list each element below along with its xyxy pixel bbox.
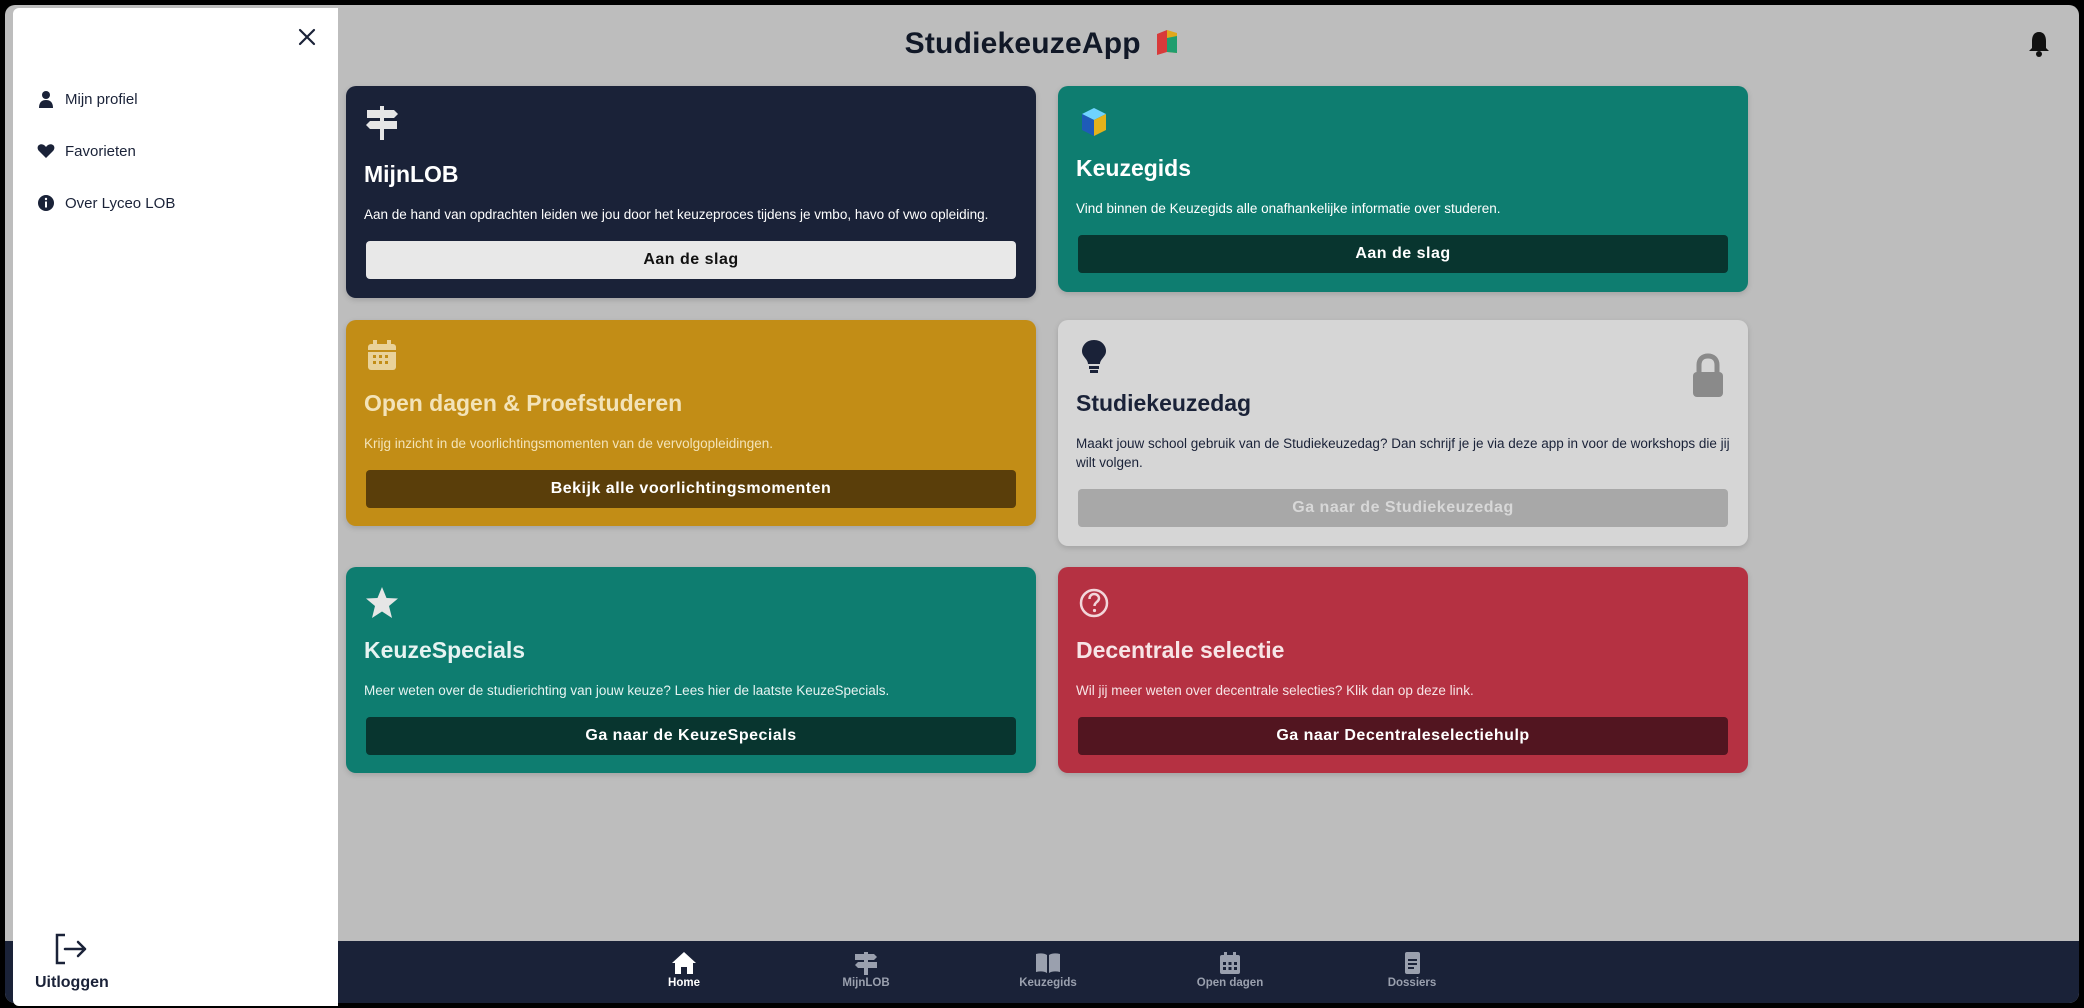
- studiekeuzedag-button[interactable]: Ga naar de Studiekeuzedag: [1078, 489, 1728, 527]
- card-description: Meer weten over de studierichting van jo…: [364, 683, 890, 698]
- logout-icon: [55, 933, 87, 965]
- lightbulb-icon: [1082, 340, 1106, 373]
- menu-item-over-lyceo-lob[interactable]: Over Lyceo LOB: [37, 194, 175, 212]
- menu-item-label: Favorieten: [65, 142, 136, 160]
- card-title: MijnLOB: [364, 161, 459, 187]
- card-open-dagen: Open dagen & Proefstuderen Krijg inzicht…: [346, 320, 1036, 526]
- calendar-icon: [368, 340, 396, 370]
- card-title: Open dagen & Proefstuderen: [364, 390, 683, 416]
- logout-label: Uitloggen: [35, 974, 109, 991]
- nav-item-mijnlob[interactable]: MijnLOB: [821, 951, 911, 989]
- card-keuzespecials: KeuzeSpecials Meer weten over de studier…: [346, 567, 1036, 773]
- menu-item-favorieten[interactable]: Favorieten: [37, 142, 136, 160]
- card-mijnlob: MijnLOB Aan de hand van opdrachten leide…: [346, 86, 1036, 298]
- info-icon: [38, 195, 54, 211]
- signpost-icon: [366, 106, 398, 140]
- signpost-icon: [855, 952, 877, 975]
- cube-logo-icon: [1082, 108, 1106, 136]
- heart-icon: [37, 144, 55, 158]
- card-title: KeuzeSpecials: [364, 637, 526, 663]
- book-icon: [1036, 953, 1060, 973]
- document-icon: [1405, 952, 1420, 974]
- logout-button[interactable]: Uitloggen: [35, 932, 109, 992]
- keuzegids-start-button[interactable]: Aan de slag: [1078, 235, 1728, 273]
- open-dagen-button[interactable]: Bekijk alle voorlichtingsmomenten: [366, 470, 1016, 508]
- card-description: Krijg inzicht in de voorlichtingsmomente…: [364, 436, 773, 451]
- question-circle-icon: [1079, 588, 1109, 618]
- user-icon: [39, 91, 53, 108]
- nav-item-home[interactable]: Home: [639, 951, 729, 989]
- card-title: Keuzegids: [1076, 155, 1192, 181]
- card-description: Wil jij meer weten over decentrale selec…: [1076, 683, 1474, 698]
- home-icon: [672, 952, 696, 974]
- lock-icon: [1693, 353, 1723, 397]
- card-keuzegids: Keuzegids Vind binnen de Keuzegids alle …: [1058, 86, 1748, 292]
- decentrale-selectie-button[interactable]: Ga naar Decentraleselectiehulp: [1078, 717, 1728, 755]
- nav-item-dossiers[interactable]: Dossiers: [1367, 951, 1457, 989]
- nav-item-open-dagen[interactable]: Open dagen: [1185, 951, 1275, 989]
- menu-item-label: Mijn profiel: [65, 90, 138, 108]
- app-logo-icon: [1157, 30, 1178, 55]
- nav-item-keuzegids[interactable]: Keuzegids: [1003, 951, 1093, 989]
- card-title: Decentrale selectie: [1076, 637, 1285, 663]
- nav-label: Dossiers: [1387, 977, 1437, 989]
- nav-label: Open dagen: [1196, 977, 1264, 989]
- side-menu: Mijn profiel Favorieten Over Lyceo LOB U…: [13, 8, 338, 1006]
- card-description: Maakt jouw school gebruik van de Studiek…: [1076, 436, 1730, 470]
- calendar-icon: [1220, 952, 1240, 974]
- card-decentrale-selectie: Decentrale selectie Wil jij meer weten o…: [1058, 567, 1748, 773]
- nav-label: Keuzegids: [1019, 977, 1077, 989]
- card-description: Aan de hand van opdrachten leiden we jou…: [364, 207, 989, 222]
- app-title: StudiekeuzeApp: [904, 27, 1141, 60]
- menu-item-mijn-profiel[interactable]: Mijn profiel: [37, 90, 138, 108]
- card-description: Vind binnen de Keuzegids alle onafhankel…: [1076, 201, 1501, 216]
- mijnlob-start-button[interactable]: Aan de slag: [366, 241, 1016, 279]
- star-icon: [366, 587, 398, 618]
- card-studiekeuzedag: Studiekeuzedag Maakt jouw school gebruik…: [1058, 320, 1748, 546]
- nav-label: Home: [668, 977, 700, 989]
- card-title: Studiekeuzedag: [1076, 390, 1252, 416]
- keuzespecials-button[interactable]: Ga naar de KeuzeSpecials: [366, 717, 1016, 755]
- notification-bell-icon[interactable]: [2027, 31, 2051, 57]
- nav-label: MijnLOB: [842, 977, 890, 989]
- menu-item-label: Over Lyceo LOB: [65, 194, 176, 212]
- close-icon[interactable]: [296, 26, 318, 48]
